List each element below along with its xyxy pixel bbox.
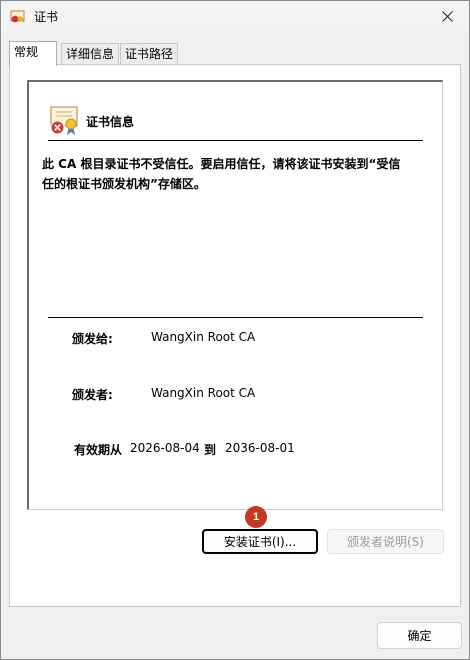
details-divider bbox=[48, 317, 423, 318]
validity-label: 有效期从 bbox=[74, 443, 123, 457]
title-bar: 证书 bbox=[1, 1, 469, 31]
install-certificate-button[interactable]: 安装证书(I)... bbox=[202, 529, 318, 554]
issued-by-value: WangXin Root CA bbox=[151, 386, 256, 400]
certificate-icon bbox=[10, 10, 25, 23]
step-badge: 1 bbox=[245, 506, 267, 528]
general-tab-panel: 证书信息 此 CA 根目录证书不受信任。要启用信任，请将该证书安装到“受信任的根… bbox=[9, 64, 461, 607]
untrusted-certificate-icon bbox=[50, 106, 78, 135]
issuer-statement-button[interactable]: 颁发者说明(S) bbox=[327, 529, 444, 554]
valid-from-date: 2026-08-04 bbox=[130, 441, 200, 455]
issued-to-value: WangXin Root CA bbox=[151, 330, 256, 344]
ok-button[interactable]: 确定 bbox=[377, 622, 462, 649]
valid-to-date: 2036-08-01 bbox=[225, 441, 295, 455]
tab-general[interactable]: 常规 bbox=[9, 41, 57, 66]
certificate-info-heading: 证书信息 bbox=[86, 115, 135, 129]
window-title: 证书 bbox=[34, 10, 59, 24]
certificate-dialog: 证书 常规 详细信息 证书路径 证书信息 此 CA 根目录证书不受信任。要启用信… bbox=[0, 0, 470, 660]
certificate-info-box: 证书信息 此 CA 根目录证书不受信任。要启用信任，请将该证书安装到“受信任的根… bbox=[27, 80, 443, 510]
heading-divider bbox=[48, 140, 423, 141]
tab-details[interactable]: 详细信息 bbox=[61, 43, 119, 64]
tab-cert-path[interactable]: 证书路径 bbox=[120, 43, 178, 64]
close-button[interactable] bbox=[425, 1, 469, 31]
validity-to-label: 到 bbox=[204, 443, 217, 457]
issued-by-label: 颁发者: bbox=[72, 388, 113, 402]
close-icon bbox=[441, 10, 453, 22]
untrusted-warning-text: 此 CA 根目录证书不受信任。要启用信任，请将该证书安装到“受信任的根证书颁发机… bbox=[42, 157, 401, 191]
issued-to-label: 颁发给: bbox=[72, 332, 113, 346]
